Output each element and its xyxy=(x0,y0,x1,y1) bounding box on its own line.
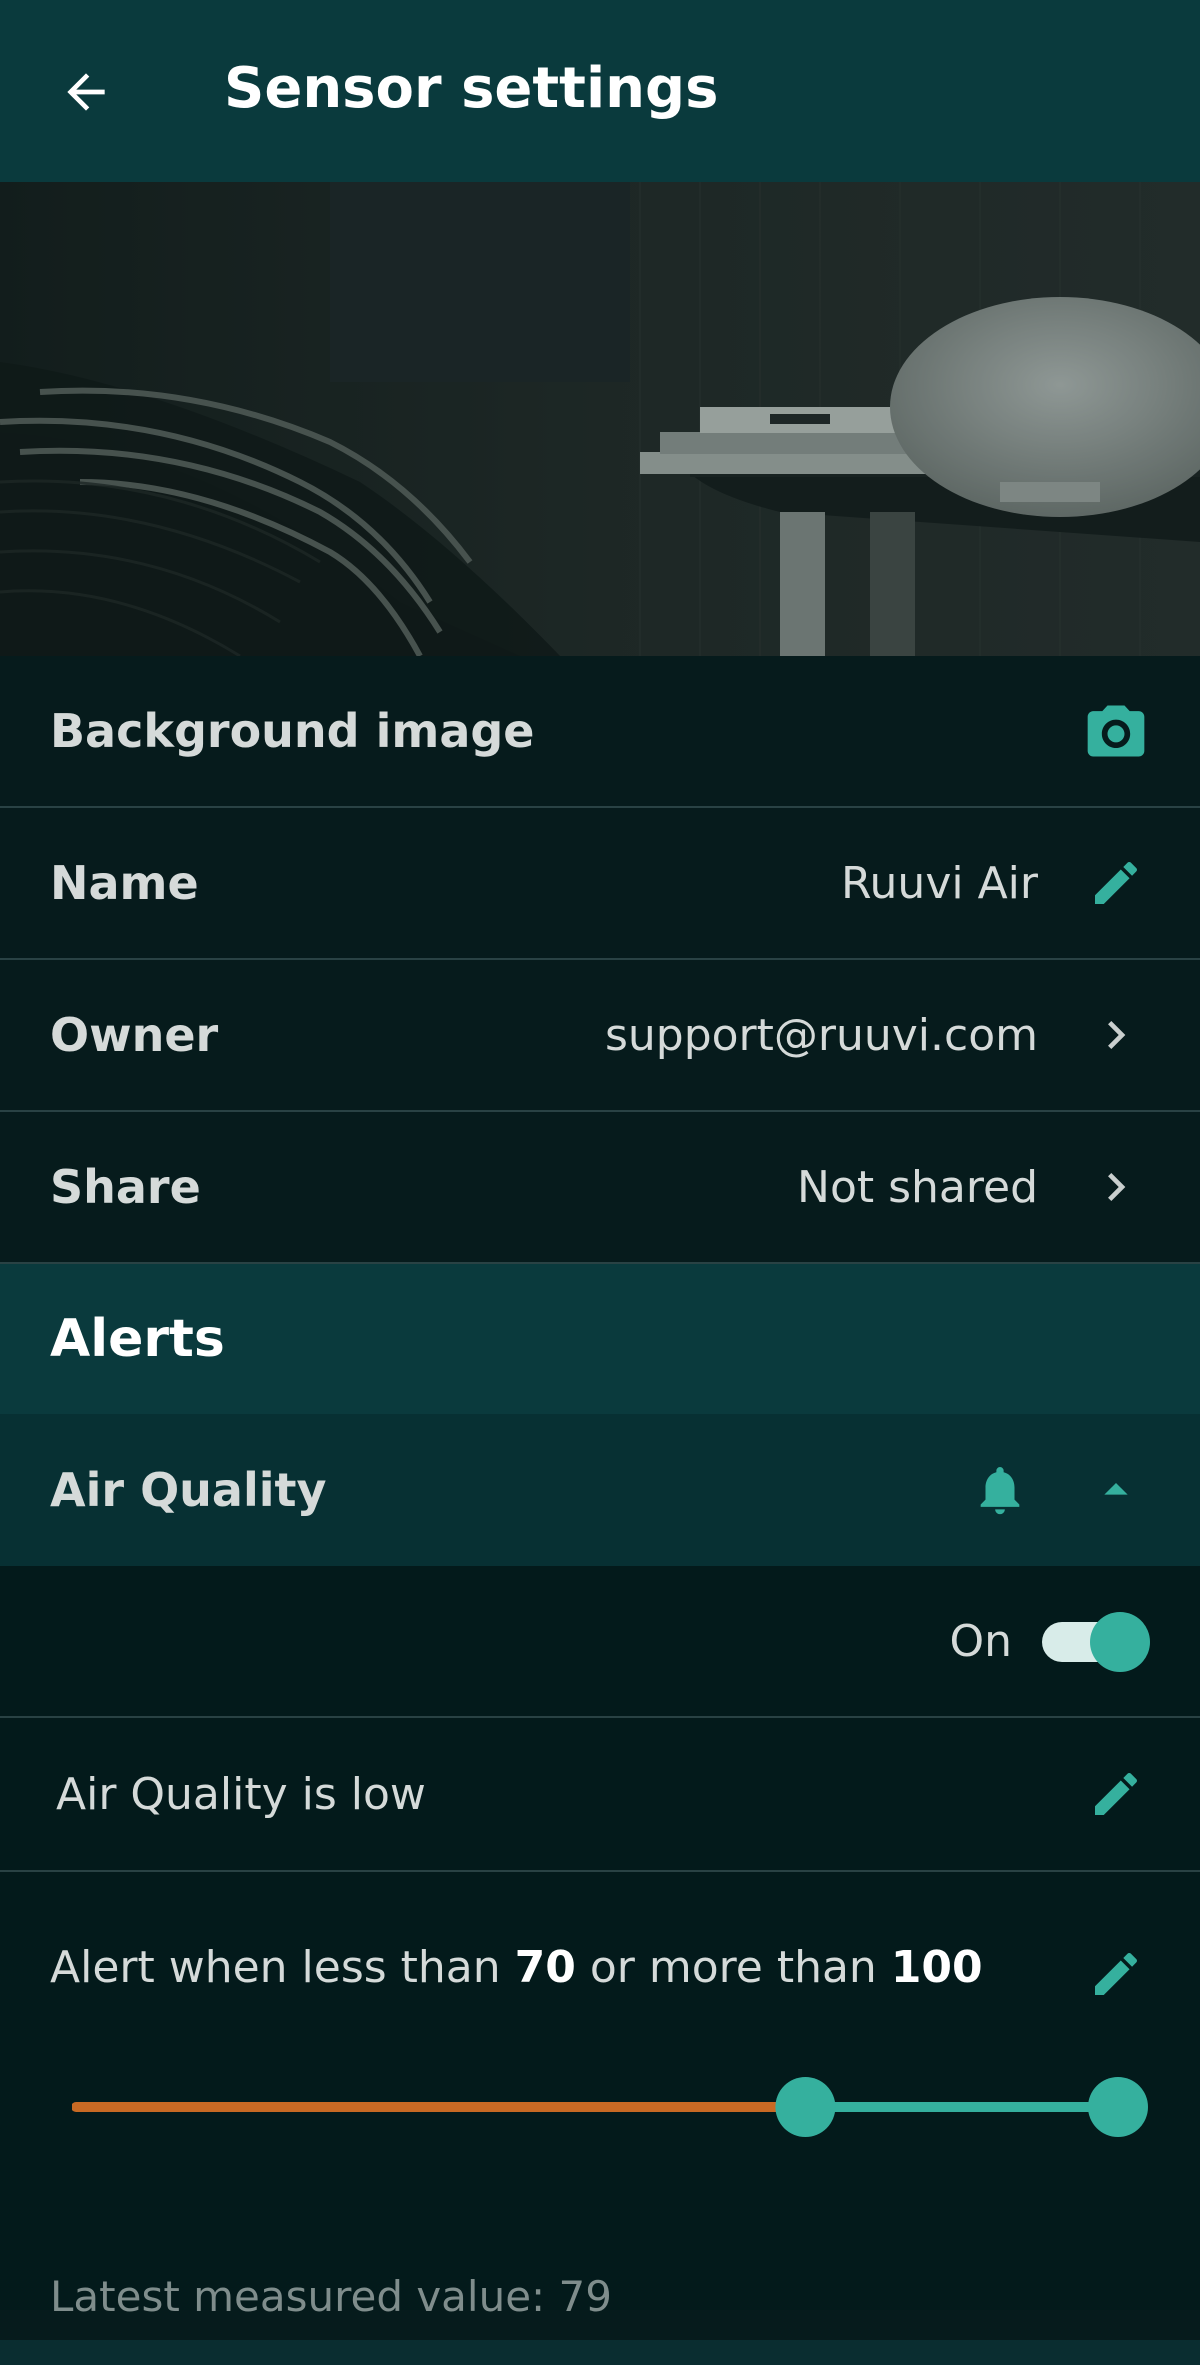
alerts-title: Alerts xyxy=(50,1309,225,1369)
chevron-right-icon xyxy=(1108,1173,1126,1201)
collapse-button[interactable] xyxy=(1082,1456,1150,1524)
range-slider[interactable] xyxy=(72,2072,1152,2142)
bedroom-photo xyxy=(0,182,1200,656)
camera-icon xyxy=(1087,705,1145,757)
alert-toggle[interactable] xyxy=(1042,1612,1150,1672)
owner-value: support@ruuvi.com xyxy=(604,1009,1038,1061)
air-quality-alert-header[interactable]: Air Quality xyxy=(0,1414,1200,1566)
edit-name-button[interactable] xyxy=(1082,849,1150,917)
range-low-value: 70 xyxy=(514,1942,576,1993)
toggle-knob xyxy=(1090,1612,1150,1672)
latest-measured-value: Latest measured value: 79 xyxy=(50,2272,612,2321)
air-quality-label: Air Quality xyxy=(50,1463,327,1517)
share-row[interactable]: Share Not shared xyxy=(0,1112,1200,1264)
name-label: Name xyxy=(50,856,199,910)
owner-label: Owner xyxy=(50,1008,219,1062)
alert-toggle-row: On xyxy=(0,1566,1200,1718)
pencil-icon xyxy=(1095,861,1138,904)
owner-row[interactable]: Owner support@ruuvi.com xyxy=(0,960,1200,1112)
share-label: Share xyxy=(50,1160,201,1214)
range-prefix: Alert when less than xyxy=(50,1942,515,1993)
alert-bell xyxy=(966,1456,1034,1524)
share-value: Not shared xyxy=(797,1161,1038,1213)
name-row[interactable]: Name Ruuvi Air xyxy=(0,808,1200,960)
pencil-icon xyxy=(1095,1952,1138,1995)
alert-description: Air Quality is low xyxy=(56,1768,426,1820)
back-button[interactable] xyxy=(52,58,120,126)
edit-description-button[interactable] xyxy=(1082,1760,1150,1828)
app-bar: Sensor settings xyxy=(0,0,1200,182)
owner-chevron[interactable] xyxy=(1082,1001,1150,1069)
alert-range-text: Alert when less than 70 or more than 100 xyxy=(50,1942,983,1993)
next-section-edge xyxy=(0,2340,1200,2365)
slider-thumb-high[interactable] xyxy=(1088,2077,1148,2137)
name-value: Ruuvi Air xyxy=(840,857,1038,909)
arrow-back-icon xyxy=(67,73,105,111)
pencil-icon xyxy=(1095,1772,1138,1815)
background-image-row[interactable]: Background image xyxy=(0,656,1200,808)
page-title: Sensor settings xyxy=(224,56,719,121)
range-high-value: 100 xyxy=(890,1942,983,1993)
share-chevron[interactable] xyxy=(1082,1153,1150,1221)
range-mid: or more than xyxy=(575,1942,891,1993)
edit-range-button[interactable] xyxy=(1082,1940,1150,2008)
background-image-label: Background image xyxy=(50,704,535,758)
chevron-right-icon xyxy=(1108,1021,1126,1049)
background-image-preview xyxy=(0,182,1200,656)
bell-icon xyxy=(980,1467,1020,1515)
alert-range-block: Alert when less than 70 or more than 100… xyxy=(0,1872,1200,2321)
toggle-label: On xyxy=(949,1615,1012,1667)
camera-button[interactable] xyxy=(1082,697,1150,765)
alerts-section-header: Alerts xyxy=(0,1264,1200,1414)
alert-description-row[interactable]: Air Quality is low xyxy=(0,1718,1200,1872)
slider-thumb-low[interactable] xyxy=(775,2077,836,2137)
caret-up-icon xyxy=(1104,1483,1128,1495)
